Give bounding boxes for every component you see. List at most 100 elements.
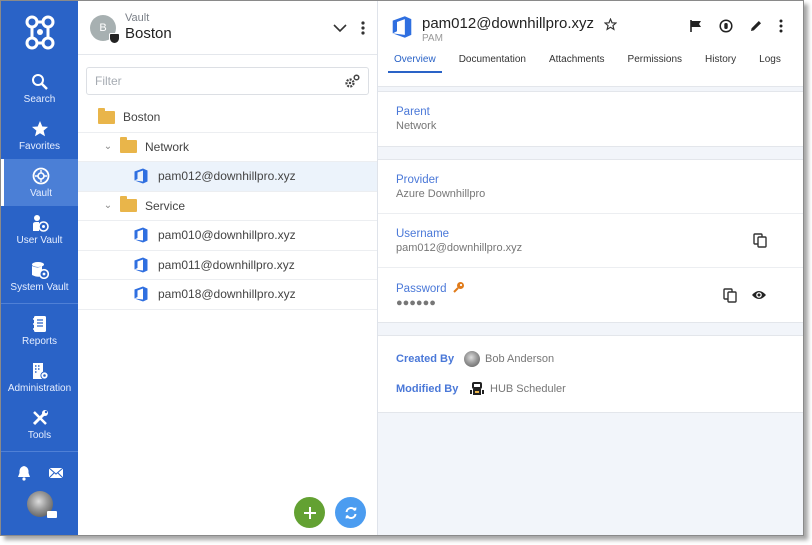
robot-icon xyxy=(470,382,484,395)
username-field: Username pam012@downhillpro.xyz xyxy=(378,214,803,268)
vault-title: Vault Boston xyxy=(125,12,172,43)
tree-item-label: Network xyxy=(145,139,190,154)
tree-item-boston[interactable]: Boston xyxy=(78,103,377,133)
nav-label: Tools xyxy=(27,429,52,441)
refresh-icon xyxy=(345,506,356,519)
created-by-row: Created By Bob Anderson xyxy=(378,344,803,374)
password-field: Password ●●●●●● xyxy=(378,268,803,322)
tree-item-label: pam018@downhillpro.xyz xyxy=(158,287,296,302)
tree-item-label: pam010@downhillpro.xyz xyxy=(158,228,296,243)
nav-item-reports[interactable]: Reports xyxy=(1,307,78,354)
password-value[interactable]: ●●●●●● xyxy=(396,296,465,310)
nav-item-favorites[interactable]: Favorites xyxy=(1,112,78,159)
creator-avatar xyxy=(464,351,480,367)
tree-item-entry[interactable]: pam011@downhillpro.xyz xyxy=(78,251,377,280)
nav-item-administration[interactable]: Administration xyxy=(1,354,78,401)
username-actions xyxy=(753,233,767,248)
entry-tabs: Overview Documentation Attachments Permi… xyxy=(378,54,803,73)
provider-value: Azure Downhillpro xyxy=(396,187,486,200)
reports-icon xyxy=(32,315,46,332)
add-entry-button[interactable] xyxy=(294,497,325,528)
bell-icon[interactable] xyxy=(16,465,32,481)
tab-documentation[interactable]: Documentation xyxy=(449,54,536,73)
office365-icon xyxy=(134,227,148,243)
nav-label: Vault xyxy=(29,187,53,199)
tree-item-entry[interactable]: pam018@downhillpro.xyz xyxy=(78,280,377,310)
tab-logs[interactable]: Logs xyxy=(749,54,791,73)
system-vault-icon xyxy=(31,261,49,279)
chevron-down-icon[interactable]: ⌄ xyxy=(102,141,114,152)
credentials-card: Provider Azure Downhillpro Username pam0… xyxy=(378,159,803,323)
nav-rail: Search Favorites Vault User Vault System… xyxy=(1,1,78,535)
key-icon[interactable] xyxy=(452,281,465,293)
username-label: Username xyxy=(396,227,450,240)
entry-title-row: pam012@downhillpro.xyz PAM xyxy=(378,1,803,45)
password-label: Password xyxy=(396,281,465,296)
copy-icon[interactable] xyxy=(753,233,767,248)
tab-attachments[interactable]: Attachments xyxy=(539,54,615,73)
avatar-badge xyxy=(46,511,57,518)
parent-label: Parent xyxy=(396,106,430,118)
parent-value: Network xyxy=(396,120,437,132)
chevron-down-icon[interactable] xyxy=(333,23,347,33)
modified-by-label: Modified By xyxy=(396,383,459,395)
vault-label: Vault xyxy=(125,12,150,24)
vault-actions xyxy=(333,20,365,35)
nav-label: User Vault xyxy=(16,234,63,246)
copy-icon[interactable] xyxy=(723,287,737,303)
favorite-star-icon[interactable] xyxy=(603,17,617,31)
tree-item-entry[interactable]: pam012@downhillpro.xyz xyxy=(78,162,377,192)
parent-field: Parent Network xyxy=(378,92,803,146)
eye-icon[interactable] xyxy=(751,289,767,301)
tree-item-label: Boston xyxy=(123,110,161,125)
nav-item-system-vault[interactable]: System Vault xyxy=(1,253,78,300)
modified-by-row: Modified By HUB Scheduler xyxy=(378,374,803,404)
entry-detail-panel: pam012@downhillpro.xyz PAM Overview Docu… xyxy=(378,1,803,535)
nav-item-tools[interactable]: Tools xyxy=(1,401,78,448)
tab-permissions[interactable]: Permissions xyxy=(618,54,692,73)
flag-icon[interactable] xyxy=(689,19,703,33)
nav-label: Reports xyxy=(21,335,57,347)
refresh-button[interactable] xyxy=(335,497,366,528)
tree-item-label: pam011@downhillpro.xyz xyxy=(158,257,295,272)
nav-item-vault[interactable]: Vault xyxy=(1,159,78,206)
more-vert-icon[interactable] xyxy=(361,20,365,35)
office365-icon xyxy=(392,16,412,38)
tree-item-entry[interactable]: pam010@downhillpro.xyz xyxy=(78,221,377,251)
entry-title: pam012@downhillpro.xyz PAM xyxy=(422,15,617,45)
tree-item-network[interactable]: ⌄ Network xyxy=(78,133,377,162)
nav-item-search[interactable]: Search xyxy=(1,65,78,112)
nav-divider xyxy=(1,451,78,452)
audit-card: Created By Bob Anderson Modified By HUB … xyxy=(378,335,803,413)
username-value[interactable]: pam012@downhillpro.xyz xyxy=(396,241,522,255)
tab-history[interactable]: History xyxy=(695,54,746,73)
nav-label: Favorites xyxy=(18,140,61,152)
nav-label: Search xyxy=(23,93,56,105)
nav-divider xyxy=(1,303,78,304)
filter-input[interactable] xyxy=(95,74,344,88)
app-logo[interactable] xyxy=(1,1,78,65)
logo-icon xyxy=(25,15,54,50)
created-by-value: Bob Anderson xyxy=(485,353,555,365)
more-vert-icon[interactable] xyxy=(779,19,783,33)
parent-card: Parent Network xyxy=(378,91,803,147)
chevron-down-icon[interactable]: ⌄ xyxy=(102,200,114,211)
provider-label: Provider xyxy=(396,173,439,186)
mail-icon[interactable] xyxy=(48,465,64,481)
edit-icon[interactable] xyxy=(749,19,763,33)
vault-header: B Vault Boston xyxy=(78,1,377,55)
tree-item-service[interactable]: ⌄ Service xyxy=(78,192,377,221)
nav-item-user-vault[interactable]: User Vault xyxy=(1,206,78,253)
checkout-icon[interactable] xyxy=(719,19,733,33)
user-avatar[interactable] xyxy=(26,491,57,518)
password-actions xyxy=(723,287,767,303)
shield-icon xyxy=(109,32,120,44)
vault-tree: Boston ⌄ Network pam012@downhillpro.xyz … xyxy=(78,103,377,310)
folder-icon xyxy=(120,137,137,154)
search-icon xyxy=(31,73,48,90)
tab-overview[interactable]: Overview xyxy=(384,54,446,73)
filter-settings-icon[interactable] xyxy=(344,74,360,88)
vault-icon xyxy=(32,167,50,184)
folder-icon xyxy=(120,196,137,213)
entry-header: pam012@downhillpro.xyz PAM Overview Docu… xyxy=(378,1,803,87)
